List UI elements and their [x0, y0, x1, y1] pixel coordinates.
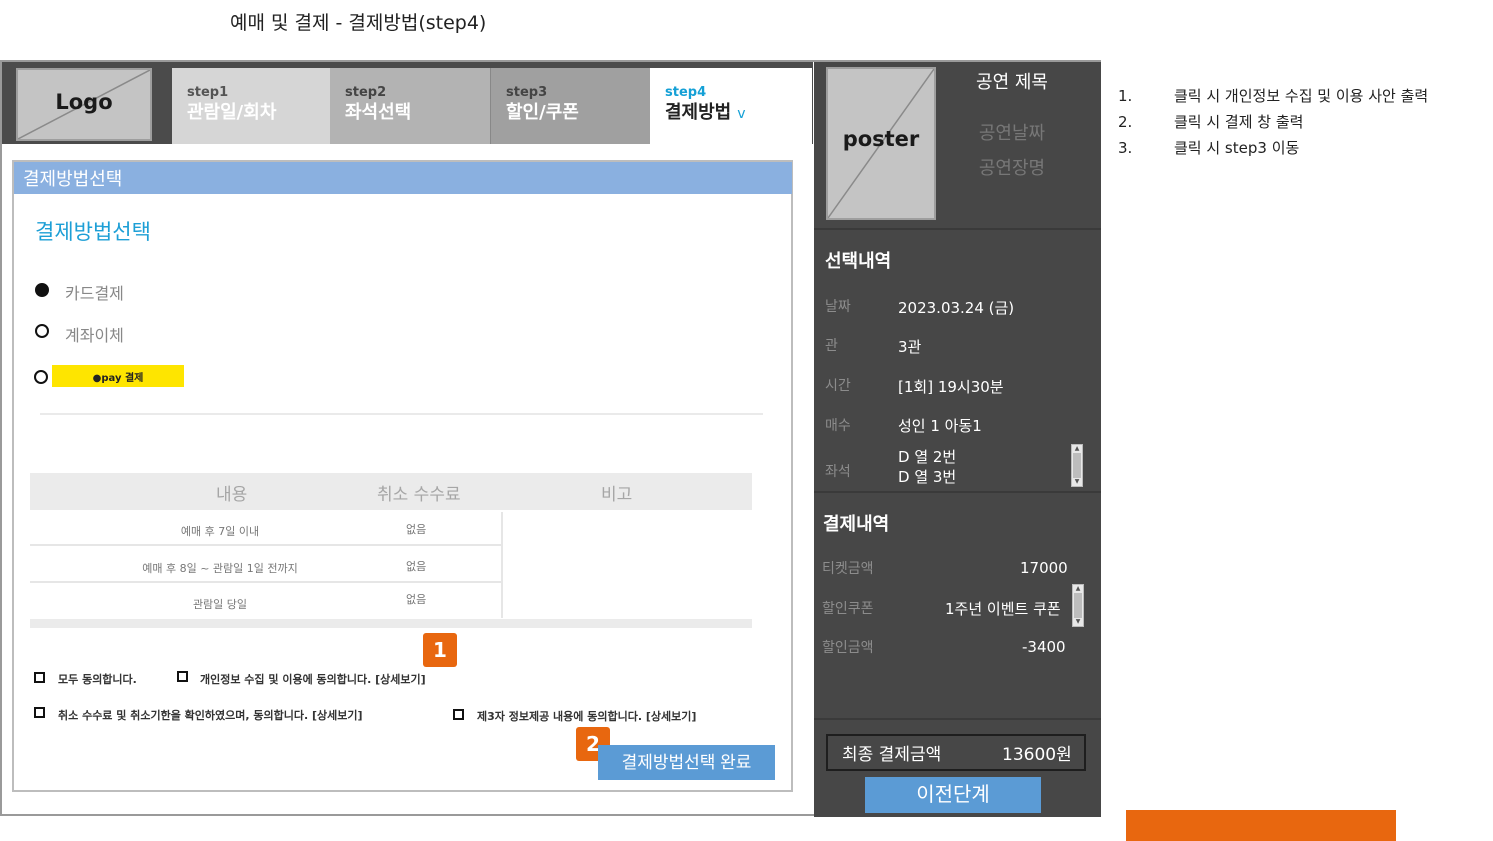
table-cell-fee: 없음 [406, 523, 427, 536]
scroll-down-icon[interactable]: ▼ [1073, 619, 1083, 625]
scroll-thumb[interactable] [1074, 593, 1082, 618]
payment-header: 결제내역 [823, 514, 890, 535]
previous-step-button[interactable]: 이전단계 [865, 777, 1041, 813]
column-header-content: 내용 [216, 485, 248, 505]
sidebar-divider [814, 228, 1101, 230]
step-number: step1 [187, 85, 229, 100]
row-divider [30, 544, 501, 546]
radio-transfer[interactable] [35, 324, 49, 338]
selection-value: [1회] 19시30분 [898, 378, 1004, 396]
scroll-up-icon[interactable]: ▲ [1073, 586, 1083, 592]
column-header-note: 비고 [601, 485, 633, 505]
step-label: 좌석선택 [345, 102, 412, 123]
table-cell-content: 예매 후 8일 ~ 관람일 1일 전까지 [142, 562, 298, 575]
seat-scrollbar[interactable]: ▲ ▼ [1071, 444, 1083, 487]
tab-step1[interactable]: step1 관람일/회차 [172, 68, 330, 144]
table-cell-fee: 없음 [406, 560, 427, 573]
note-number: 3. [1118, 139, 1133, 157]
payment-label: 티켓금액 [822, 561, 874, 577]
step-number: step3 [506, 85, 548, 100]
note-text: 클릭 시 결제 창 출력 [1174, 113, 1304, 131]
show-venue: 공연장명 [978, 158, 1046, 179]
scroll-up-icon[interactable]: ▲ [1072, 446, 1082, 452]
step-label: 관람일/회차 [187, 102, 277, 123]
agree-third-party-label[interactable]: 제3자 정보제공 내용에 동의합니다. [상세보기] [477, 708, 696, 724]
agree-all-label: 모두 동의합니다. [58, 673, 137, 686]
show-title: 공연 제목 [976, 72, 1048, 93]
payment-label: 할인금액 [822, 640, 874, 656]
agree-privacy-label[interactable]: 개인정보 수집 및 이용에 동의합니다. [상세보기] [200, 671, 426, 687]
option-transfer-label: 계좌이체 [65, 326, 124, 345]
table-cell-content: 예매 후 7일 이내 [180, 525, 260, 538]
chevron-down-icon: v [737, 106, 746, 122]
column-divider [501, 512, 503, 618]
selection-label: 시간 [825, 378, 851, 394]
table-cell-content: 관람일 당일 [192, 598, 248, 611]
selection-value: 2023.03.24 (금) [898, 299, 1015, 317]
step-label-text: 결제방법 [665, 102, 732, 123]
agree-privacy-checkbox[interactable] [177, 671, 188, 682]
selection-label: 매수 [825, 418, 851, 434]
row-divider [30, 581, 501, 583]
scroll-down-icon[interactable]: ▼ [1072, 479, 1082, 485]
final-amount-label: 최종 결제금액 [842, 745, 942, 765]
coupon-value: 1주년 이벤트 쿠폰 [945, 600, 1061, 618]
poster-image: poster [826, 67, 936, 220]
divider [40, 413, 763, 415]
orange-highlight-bar [1126, 810, 1396, 841]
tab-step3[interactable]: step3 할인/쿠폰 [490, 68, 650, 144]
table-cell-fee: 없음 [406, 593, 427, 606]
step-number: step2 [345, 85, 387, 100]
selection-value: 3관 [898, 338, 922, 356]
section-header: 결제방법선택 [14, 162, 792, 194]
logo[interactable]: Logo [16, 68, 152, 141]
selection-label: 좌석 [825, 464, 851, 480]
note-text: 클릭 시 개인정보 수집 및 이용 사안 출력 [1174, 87, 1429, 105]
agree-cancel-label[interactable]: 취소 수수료 및 취소기한을 확인하였으며, 동의합니다. [상세보기] [58, 707, 363, 723]
payment-value: 17000 [1020, 559, 1068, 577]
coupon-scrollbar[interactable]: ▲ ▼ [1072, 584, 1084, 627]
note-number: 1. [1118, 87, 1133, 105]
kakaopay-button[interactable]: ●pay 결제 [52, 365, 184, 387]
step-label: 결제방법 v [665, 102, 812, 125]
seat-value: D 열 3번 [898, 468, 957, 486]
seat-value: D 열 2번 [898, 448, 957, 466]
payment-value: -3400 [1022, 638, 1066, 656]
agree-cancel-checkbox[interactable] [34, 707, 45, 718]
complete-payment-button[interactable]: 결제방법선택 완료 [598, 745, 775, 780]
note-text: 클릭 시 step3 이동 [1174, 139, 1300, 157]
scroll-thumb[interactable] [1073, 453, 1081, 478]
step-label: 할인/쿠폰 [506, 102, 579, 123]
final-amount-value: 13600원 [1002, 745, 1072, 765]
table-footer [30, 619, 752, 628]
sidebar-divider [814, 491, 1101, 493]
option-card-label: 카드결제 [65, 284, 124, 303]
section-title: 결제방법선택 [35, 220, 151, 244]
sidebar-divider [814, 718, 1101, 720]
poster-text: poster [842, 127, 920, 151]
tab-step4[interactable]: step4 결제방법 v [650, 68, 812, 144]
logo-text: Logo [55, 90, 113, 114]
step-number: step4 [665, 85, 707, 100]
column-header-fee: 취소 수수료 [377, 485, 461, 505]
selection-header: 선택내역 [825, 251, 892, 272]
radio-kakaopay[interactable] [34, 370, 48, 384]
selection-label: 관 [825, 338, 838, 354]
agree-third-party-checkbox[interactable] [453, 709, 464, 720]
selection-value: 성인 1 아동1 [898, 417, 982, 435]
note-number: 2. [1118, 113, 1133, 131]
annotation-badge-1: 1 [423, 633, 457, 667]
show-date: 공연날짜 [978, 123, 1046, 144]
agree-all-checkbox[interactable] [34, 672, 45, 683]
payment-label: 할인쿠폰 [822, 601, 874, 617]
selection-label: 날짜 [825, 299, 851, 315]
radio-card[interactable] [35, 283, 49, 297]
tab-step2[interactable]: step2 좌석선택 [330, 68, 490, 144]
page-title: 예매 및 결제 - 결제방법(step4) [230, 12, 487, 34]
